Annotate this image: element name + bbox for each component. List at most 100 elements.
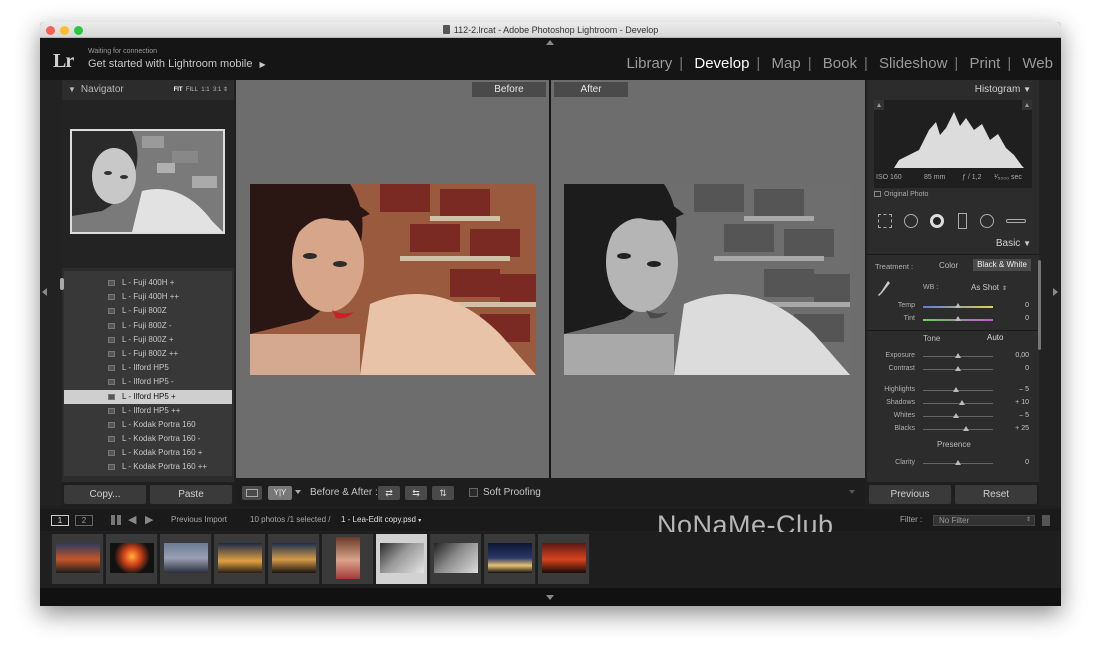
left-panel-gutter[interactable] [40,80,62,506]
before-after-toggle-button[interactable]: Y|Y [268,486,292,500]
filmstrip-thumb[interactable] [214,534,266,584]
preset-item[interactable]: L - Kodak Portra 160 [64,418,232,432]
module-map[interactable]: Map [772,55,801,72]
preset-item-selected[interactable]: L - Ilford HP5 + [64,389,232,404]
histogram-header[interactable]: Histogram ▼ [975,84,1031,95]
forward-arrow-icon[interactable]: ▶ [145,509,153,531]
preset-item[interactable]: L - Fuji 800Z [64,304,232,318]
treatment-color-option[interactable]: Color [939,261,958,270]
primary-window-button[interactable]: 1 [51,515,69,526]
minimize-window-button[interactable] [60,26,69,35]
mobile-promo[interactable]: Get started with Lightroom mobile ▶ [88,58,266,70]
close-window-button[interactable] [46,26,55,35]
swap-before-after-button[interactable]: ⇅ [432,486,454,500]
preset-item[interactable]: L - Kodak Portra 160 ++ [64,460,232,474]
slider-value-highlights[interactable]: – 5 [1019,386,1029,393]
presets-scrollbar[interactable] [60,278,64,290]
navigator-header[interactable]: ▼ Navigator FIT FILL 1:1 3:1 ⇕ [62,80,234,100]
preset-item[interactable]: L - Ilford HP5 ++ [64,404,232,418]
zoom-3-1[interactable]: 3:1 [213,87,221,93]
slider-value-temp[interactable]: 0 [1025,302,1029,309]
presets-list[interactable]: L - Fuji 400H + L - Fuji 400H ++ L - Fuj… [64,271,232,476]
disclosure-triangle-icon[interactable]: ▼ [1023,85,1031,94]
zoom-window-button[interactable] [74,26,83,35]
slider-track-blacks[interactable] [923,429,993,430]
radial-filter-icon[interactable] [980,214,994,228]
copy-after-to-before-button[interactable]: ⇆ [405,486,427,500]
zoom-more-icon[interactable]: ⇕ [223,87,228,93]
original-photo-toggle[interactable]: Original Photo [874,191,928,198]
back-arrow-icon[interactable]: ◀ [128,509,136,531]
collapse-right-panel-icon[interactable] [1053,288,1058,296]
slider-knob-whites[interactable] [952,413,959,418]
slider-knob-blacks[interactable] [963,426,970,431]
filter-lock-icon[interactable] [1042,515,1050,526]
preset-item[interactable]: L - Ilford HP5 [64,361,232,375]
slider-value-tint[interactable]: 0 [1025,315,1029,322]
slider-knob-tint[interactable] [955,316,961,321]
slider-knob-exposure[interactable] [955,353,961,358]
slider-value-whites[interactable]: – 5 [1019,412,1029,419]
disclosure-triangle-icon[interactable]: ▼ [1023,239,1031,248]
slider-knob-clarity[interactable] [955,460,961,465]
paste-button[interactable]: Paste [150,485,232,504]
right-panel-gutter[interactable] [1039,80,1061,506]
basic-header[interactable]: Basic ▼ [996,238,1031,249]
adjustment-brush-icon[interactable] [1006,219,1026,223]
preset-item[interactable]: L - Kodak Portra 160 - [64,432,232,446]
filmstrip-thumb[interactable] [268,534,320,584]
slider-knob-shadows[interactable] [958,400,965,405]
slider-value-exposure[interactable]: 0,00 [1015,352,1029,359]
zoom-fill[interactable]: FILL [186,87,198,93]
zoom-fit[interactable]: FIT [174,87,183,93]
soft-proofing-checkbox[interactable] [469,488,478,497]
toolbar-options-icon[interactable] [849,490,855,494]
filmstrip-thumb[interactable] [484,534,536,584]
treatment-bw-option[interactable]: Black & White [973,259,1031,271]
filmstrip-thumb[interactable] [52,534,104,584]
filmstrip-thumb[interactable] [538,534,590,584]
filmstrip-thumb[interactable] [160,534,212,584]
before-photo[interactable] [250,184,536,375]
slider-value-blacks[interactable]: + 25 [1015,425,1029,432]
module-slideshow[interactable]: Slideshow [879,55,947,72]
copy-before-to-after-button[interactable]: ⇄ [378,486,400,500]
current-file[interactable]: 1 - Lea-Edit copy.psd ▾ [341,509,421,532]
secondary-window-button[interactable]: 2 [75,515,93,526]
module-book[interactable]: Book [823,55,857,72]
slider-value-shadows[interactable]: + 10 [1015,399,1029,406]
preset-item[interactable]: L - Fuji 800Z ++ [64,347,232,361]
slider-knob-contrast[interactable] [955,366,961,371]
filmstrip-thumb-selected[interactable] [376,534,428,584]
preset-item[interactable]: L - Ilford HP5 - [64,375,232,389]
source-label[interactable]: Previous Import [171,509,227,531]
copy-button[interactable]: Copy... [64,485,146,504]
preset-item[interactable]: L - Fuji 400H ++ [64,290,232,304]
disclosure-triangle-icon[interactable]: ▼ [68,85,76,94]
module-print[interactable]: Print [970,55,1001,72]
eyedropper-icon[interactable] [877,280,891,298]
auto-tone-button[interactable]: Auto [987,333,1003,342]
collapse-left-panel-icon[interactable] [42,288,47,296]
filmstrip-thumb[interactable] [106,534,158,584]
module-develop[interactable]: Develop [694,55,749,72]
filmstrip-thumb[interactable] [430,534,482,584]
spot-removal-icon[interactable] [904,214,918,228]
module-library[interactable]: Library [626,55,672,72]
right-panel-scrollbar[interactable] [1038,260,1041,350]
slider-knob-highlights[interactable] [952,387,959,392]
collapse-top-panel-icon[interactable] [546,40,554,45]
collapse-filmstrip-icon[interactable] [546,595,554,600]
histogram-box[interactable]: ISO 160 85 mm ƒ / 1,2 ¹⁄₅₀₀₀ sec [874,100,1032,188]
loupe-view-button[interactable] [242,486,262,500]
preset-item[interactable]: L - Kodak Portra 160 + [64,446,232,460]
navigator-thumbnail[interactable] [70,129,225,234]
slider-knob-temp[interactable] [955,303,961,308]
previous-button[interactable]: Previous [869,485,951,504]
zoom-1-1[interactable]: 1:1 [201,87,209,93]
preset-item[interactable]: L - Fuji 400H + [64,276,232,290]
reset-button[interactable]: Reset [955,485,1037,504]
wb-value-dropdown[interactable]: As Shot ⇕ [971,283,1007,292]
slider-value-clarity[interactable]: 0 [1025,459,1029,466]
filmstrip-thumb[interactable] [322,534,374,584]
